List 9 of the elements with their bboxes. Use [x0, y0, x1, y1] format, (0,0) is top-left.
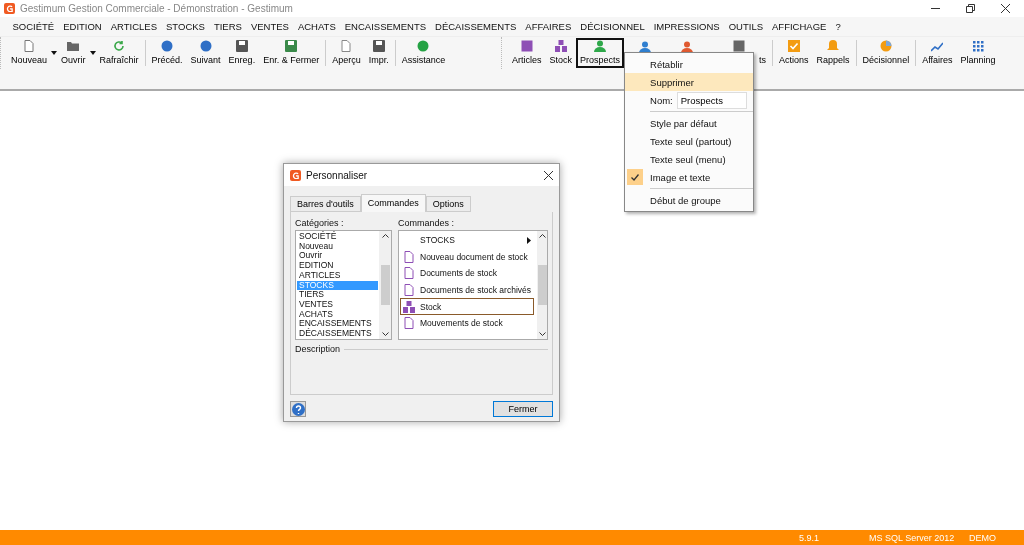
- field-label: Catégories :: [295, 218, 345, 228]
- status-text: DEMO: [969, 532, 997, 543]
- field-label: Commandes :: [398, 218, 456, 228]
- dialog-title: Personnaliser: [306, 169, 369, 181]
- window-title: Gestimum Gestion Commerciale - Démonstration - Gestimum: [20, 3, 294, 14]
- group-label: Description: [295, 344, 341, 354]
- field-label: Nom:: [650, 94, 673, 106]
- status-text: MS SQL Server 2012: [869, 532, 956, 543]
- status-text: 5.9.1: [799, 532, 821, 543]
